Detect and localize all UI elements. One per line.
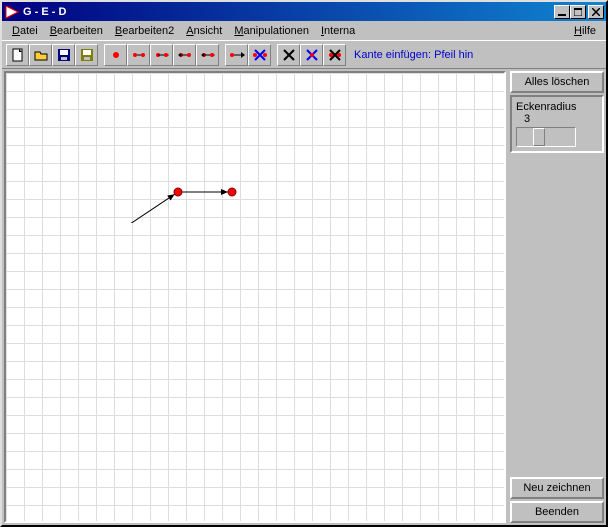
radius-label: Eckenradius [516, 101, 598, 113]
open-button[interactable] [29, 44, 52, 66]
toolbar-status: Kante einfügen: Pfeil hin [354, 49, 473, 61]
window-title: G - E - D [23, 6, 554, 18]
menu-interna[interactable]: Interna [315, 23, 361, 39]
radius-slider[interactable] [516, 127, 576, 147]
graph-canvas[interactable] [4, 71, 506, 523]
edge-tool-1[interactable] [127, 44, 150, 66]
delete-tool-2[interactable] [300, 44, 323, 66]
delete-tool-1[interactable] [277, 44, 300, 66]
graph-node[interactable] [228, 188, 236, 196]
graph-edge [127, 194, 174, 223]
new-button[interactable] [6, 44, 29, 66]
radius-panel: Eckenradius 3 [510, 95, 604, 153]
vertex-tool[interactable] [104, 44, 127, 66]
graph-node[interactable] [174, 188, 182, 196]
menu-bearbeiten[interactable]: Bearbeiten [44, 23, 109, 39]
sidebar: Alles löschen Eckenradius 3 Neu zeichnen… [508, 69, 606, 525]
delete-tool-3[interactable] [323, 44, 346, 66]
edge-tool-2[interactable] [150, 44, 173, 66]
menubar: Datei Bearbeiten Bearbeiten2 Ansicht Man… [2, 21, 606, 40]
radius-value: 3 [516, 113, 598, 125]
slider-thumb[interactable] [533, 128, 545, 146]
close-button[interactable] [588, 5, 604, 19]
menu-hilfe[interactable]: Hilfe [568, 23, 602, 39]
redraw-button[interactable]: Neu zeichnen [510, 477, 604, 499]
menu-manipulationen[interactable]: Manipulationen [228, 23, 315, 39]
menu-ansicht[interactable]: Ansicht [180, 23, 228, 39]
menu-datei[interactable]: Datei [6, 23, 44, 39]
clear-all-button[interactable]: Alles löschen [510, 71, 604, 93]
toolbar: Kante einfügen: Pfeil hin [2, 40, 606, 68]
app-icon [4, 4, 20, 20]
cross-tool-blue[interactable] [248, 44, 271, 66]
menu-bearbeiten2[interactable]: Bearbeiten2 [109, 23, 180, 39]
arrow-forward-tool[interactable] [225, 44, 248, 66]
save-as-button[interactable] [75, 44, 98, 66]
graph-svg [6, 73, 306, 223]
save-button[interactable] [52, 44, 75, 66]
minimize-button[interactable] [554, 5, 570, 19]
edge-tool-4[interactable] [196, 44, 219, 66]
quit-button[interactable]: Beenden [510, 501, 604, 523]
edge-tool-3[interactable] [173, 44, 196, 66]
maximize-button[interactable] [570, 5, 586, 19]
titlebar: G - E - D [2, 2, 606, 21]
